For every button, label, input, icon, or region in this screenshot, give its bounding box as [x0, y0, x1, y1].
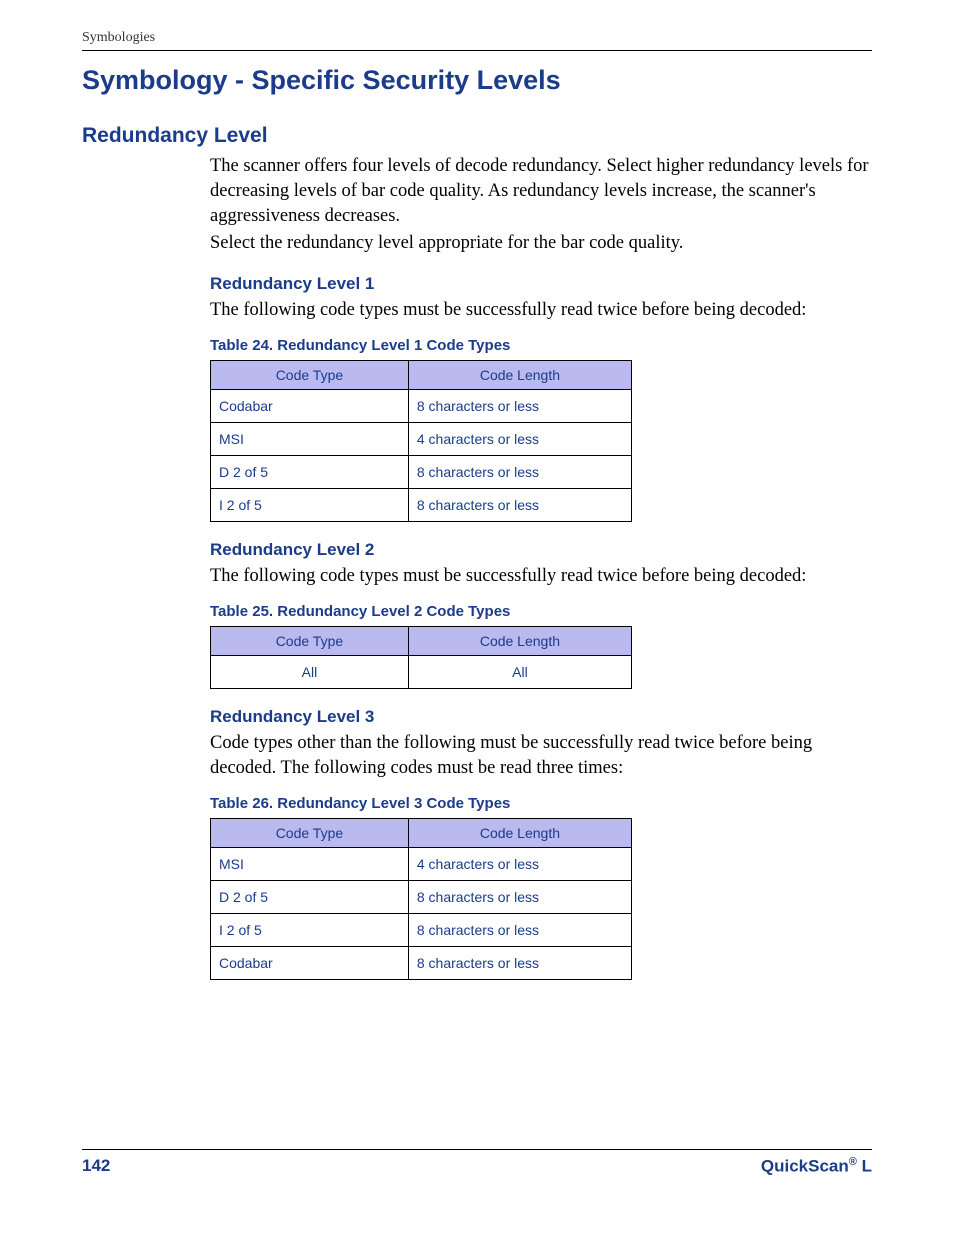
intro-para-2: Select the redundancy level appropriate … [210, 231, 872, 256]
table-row: Codabar8 characters or less [211, 389, 632, 422]
table-row: Codabar8 characters or less [211, 946, 632, 979]
table-row: MSI4 characters or less [211, 847, 632, 880]
level2-para: The following code types must be success… [210, 564, 872, 589]
level3-col1: Code Type [211, 818, 409, 847]
level3-heading: Redundancy Level 3 [210, 707, 872, 727]
table-row: I 2 of 58 characters or less [211, 488, 632, 521]
section-heading: Redundancy Level [82, 124, 872, 148]
level3-table: Code Type Code Length MSI4 characters or… [210, 818, 632, 980]
footer-rule [82, 1149, 872, 1150]
level1-col2: Code Length [408, 360, 631, 389]
level1-table: Code Type Code Length Codabar8 character… [210, 360, 632, 522]
level2-heading: Redundancy Level 2 [210, 540, 872, 560]
level1-col1: Code Type [211, 360, 409, 389]
level1-caption: Table 24. Redundancy Level 1 Code Types [210, 337, 872, 354]
level3-caption: Table 26. Redundancy Level 3 Code Types [210, 795, 872, 812]
table-row: D 2 of 58 characters or less [211, 455, 632, 488]
level2-caption: Table 25. Redundancy Level 2 Code Types [210, 603, 872, 620]
level1-heading: Redundancy Level 1 [210, 274, 872, 294]
page-number: 142 [82, 1156, 110, 1177]
level2-col1: Code Type [211, 626, 409, 655]
product-name: QuickScan® L [761, 1156, 872, 1177]
level2-col2: Code Length [408, 626, 631, 655]
table-row: D 2 of 58 characters or less [211, 880, 632, 913]
page-footer: 142 QuickScan® L [82, 1149, 872, 1177]
page-title: Symbology - Specific Security Levels [82, 65, 872, 96]
running-head: Symbologies [82, 30, 872, 46]
level3-col2: Code Length [408, 818, 631, 847]
intro-para-1: The scanner offers four levels of decode… [210, 154, 872, 229]
table-row: I 2 of 58 characters or less [211, 913, 632, 946]
level3-para: Code types other than the following must… [210, 731, 872, 781]
table-row: AllAll [211, 655, 632, 688]
level1-para: The following code types must be success… [210, 298, 872, 323]
level2-table: Code Type Code Length AllAll [210, 626, 632, 689]
top-rule [82, 50, 872, 51]
table-row: MSI4 characters or less [211, 422, 632, 455]
